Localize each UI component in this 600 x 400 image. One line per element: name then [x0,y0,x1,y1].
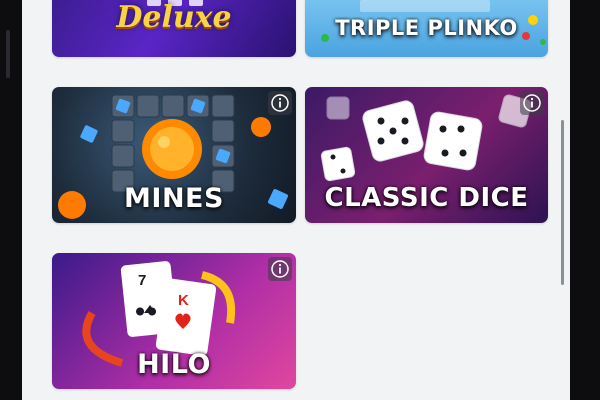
info-icon [523,94,541,112]
phone-bezel-left [0,0,22,400]
game-title-deluxe: Deluxe [116,0,232,35]
game-card-hilo[interactable]: 7 K HILO [52,253,296,389]
game-title-triple-plinko: TRIPLE PLINKO [335,16,518,40]
game-card-triple-plinko[interactable]: TRIPLE PLINKO [305,0,548,57]
game-title-hilo: HILO [137,349,211,380]
phone-bezel-right [570,0,600,400]
hilo-info-button[interactable] [268,257,292,281]
hilo-card-b-rank: K [178,292,189,309]
game-card-classic-dice[interactable]: CLASSIC DICE [305,87,548,223]
game-title-mines: MINES [124,183,224,214]
info-icon [271,260,289,278]
info-icon [271,94,289,112]
hilo-card-a-rank: 7 [138,272,146,289]
classic-dice-info-button[interactable] [520,91,544,115]
scrollbar[interactable] [561,120,564,285]
game-card-hilo-deluxe[interactable]: Deluxe [52,0,296,57]
mines-info-button[interactable] [268,91,292,115]
game-card-mines[interactable]: MINES [52,87,296,223]
game-title-classic-dice: CLASSIC DICE [324,183,529,213]
